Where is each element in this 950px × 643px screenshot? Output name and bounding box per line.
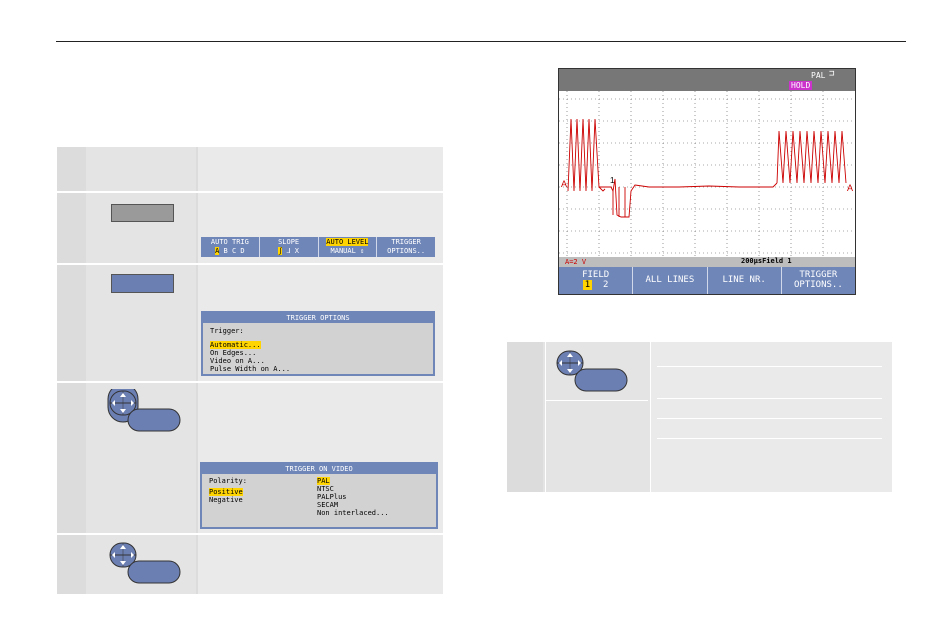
- selected-option: 1: [582, 280, 593, 290]
- standard-column: PAL NTSC PALPlus SECAM Non interlaced...: [317, 477, 429, 517]
- menu-title: TRIGGER OPTIONS: [203, 313, 433, 323]
- softkey-options: 1 2: [559, 280, 632, 290]
- softkey-options: ʃ ⅃ X: [260, 247, 318, 256]
- softkey-label: SLOPE: [278, 238, 300, 246]
- scope-header: PAL ⊐ HOLD: [559, 69, 855, 91]
- timebase-value: 200µs: [741, 257, 763, 265]
- channel-a-marker-left: A: [561, 179, 567, 189]
- polarity-column: Polarity: Positive Negative: [209, 477, 317, 517]
- softkey-sub-label: MANUAL ⇕: [330, 247, 365, 255]
- arrow-keys-enter-icon[interactable]: [100, 541, 182, 585]
- standard-palplus[interactable]: PALPlus: [317, 493, 429, 501]
- other-options: ⅃ X: [282, 247, 299, 255]
- standard-secam[interactable]: SECAM: [317, 501, 429, 509]
- softkey-line-nr[interactable]: LINE NR.: [708, 267, 782, 294]
- step-number-cell: [507, 342, 543, 492]
- step-number-cell: [57, 193, 84, 263]
- menu-item-pulse-width[interactable]: Pulse Width on A...: [210, 365, 426, 373]
- step-description-cell: [198, 535, 443, 594]
- trigger-options-menu: TRIGGER OPTIONS Trigger: Automatic... On…: [201, 311, 435, 376]
- trigger-key-button[interactable]: [111, 204, 174, 222]
- standard-pal[interactable]: PAL: [317, 477, 429, 485]
- menu-item-on-edges[interactable]: On Edges...: [210, 349, 426, 357]
- softkey-auto-trig[interactable]: AUTO TRIG A B C D: [201, 237, 260, 257]
- softkey-label: FIELD: [582, 270, 610, 280]
- plug-icon: ⊐: [829, 69, 835, 79]
- scope-softkey-bar: FIELD 1 2 ALL LINES LINE NR. TRIGGER OPT…: [559, 267, 855, 294]
- polarity-label: Polarity:: [209, 477, 247, 485]
- softkey-all-lines[interactable]: ALL LINES: [633, 267, 708, 294]
- softkey-label: OPTIONS..: [387, 247, 426, 255]
- other-options: 2: [603, 280, 609, 290]
- step-description-cell: [198, 147, 443, 191]
- row-divider: [545, 400, 648, 401]
- menu-item-video[interactable]: Video on A...: [210, 357, 426, 365]
- polarity-positive[interactable]: Positive: [209, 488, 317, 496]
- menu-label: Trigger:: [210, 327, 244, 335]
- selected-option: AUTO LEVEL: [326, 238, 369, 246]
- channel-range-readout: A=2 V: [565, 258, 587, 266]
- polarity-negative[interactable]: Negative: [209, 496, 317, 504]
- other-options: B C D: [219, 247, 245, 255]
- menu-body: Polarity: Positive Negative PAL NTSC PAL…: [202, 474, 436, 520]
- softkey-label: TRIGGER: [799, 270, 838, 280]
- softkey-field[interactable]: FIELD 1 2: [559, 267, 634, 294]
- softkey-trigger-options[interactable]: TRIGGER OPTIONS..: [782, 267, 855, 294]
- step-number-cell: [57, 383, 84, 533]
- softkey-bar: AUTO TRIG A B C D SLOPE ʃ ⅃ X AUTO LEVEL…: [201, 237, 435, 257]
- step-number-cell: [57, 147, 84, 191]
- menu-body: Trigger: Automatic... On Edges... Video …: [203, 323, 433, 377]
- step-number-cell: [57, 535, 84, 594]
- trigger-point-marker: 1: [610, 176, 615, 185]
- softkey-options: A B C D: [201, 247, 259, 256]
- scope-screen: PAL ⊐ HOLD A A 1 A=2 V 200µsField 1 FIEL…: [558, 68, 856, 295]
- hold-badge: HOLD: [789, 81, 813, 90]
- menu-title: TRIGGER ON VIDEO: [202, 464, 436, 474]
- step-description-cell: [650, 342, 892, 492]
- softkey-label: TRIGGER: [391, 238, 421, 246]
- scope-status-bar: A=2 V 200µsField 1: [559, 257, 855, 267]
- softkey-slope[interactable]: SLOPE ʃ ⅃ X: [260, 237, 319, 257]
- softkey-auto-level[interactable]: AUTO LEVEL MANUAL ⇕: [319, 237, 378, 257]
- arrow-keys-enter-icon[interactable]: [547, 349, 629, 393]
- manual-page: AUTO TRIG A B C D SLOPE ʃ ⅃ X AUTO LEVEL…: [0, 0, 950, 643]
- header-rule: [56, 41, 906, 42]
- channel-a-marker-right: A: [847, 183, 853, 193]
- step-number-cell: [57, 265, 84, 381]
- standard-non-interlaced[interactable]: Non interlaced...: [317, 509, 429, 517]
- menu-item-automatic[interactable]: Automatic...: [210, 341, 426, 349]
- softkey-f4-button[interactable]: [111, 274, 174, 293]
- video-standard-label: PAL: [811, 71, 826, 80]
- softkey-label: AUTO TRIG: [210, 238, 249, 246]
- softkey-label: OPTIONS..: [793, 280, 843, 290]
- waveform-plot: A A 1: [559, 91, 855, 257]
- standard-ntsc[interactable]: NTSC: [317, 485, 429, 493]
- arrow-keys-enter-icon[interactable]: [100, 389, 182, 433]
- trigger-on-video-menu: TRIGGER ON VIDEO Polarity: Positive Nega…: [200, 462, 438, 529]
- timebase-readout: 200µsField 1: [741, 257, 792, 265]
- step-row-1: [57, 147, 443, 191]
- field-value: Field 1: [762, 257, 792, 265]
- softkey-trigger-options[interactable]: TRIGGER OPTIONS..: [377, 237, 435, 257]
- step-action-cell: [86, 147, 196, 191]
